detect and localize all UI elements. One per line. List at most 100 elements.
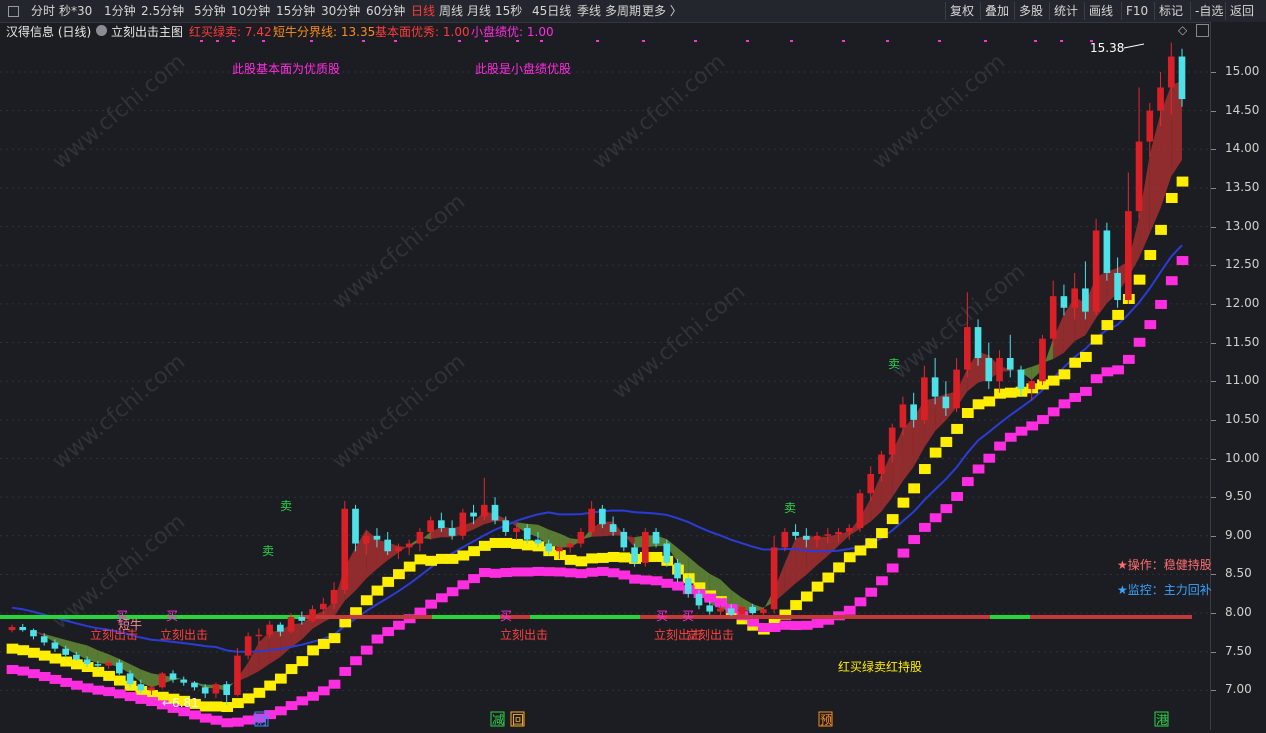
signal-dot: [485, 39, 488, 42]
period-tab-16[interactable]: 更多 〉: [642, 3, 682, 19]
period-tab-8[interactable]: 60分钟: [366, 3, 405, 19]
watermark-text: www.cfchi.com: [588, 49, 730, 174]
short-bull-ladder: [972, 399, 985, 410]
candle-body: [1028, 381, 1036, 389]
support-ladder: [1026, 421, 1039, 431]
axis-tick-label: 15.00: [1225, 64, 1260, 78]
period-tab-0[interactable]: 分时: [31, 3, 55, 19]
short-bull-ladder: [511, 538, 523, 549]
candle-body: [899, 404, 907, 428]
support-ladder: [457, 580, 470, 590]
support-ladder: [1155, 299, 1167, 309]
panel-toggle-icon[interactable]: [1196, 24, 1209, 37]
period-tab-9[interactable]: 日线: [411, 3, 435, 19]
support-ladder: [800, 620, 813, 630]
period-tab-10[interactable]: 周线: [439, 3, 463, 19]
support-ladder: [854, 597, 867, 607]
axis-tick-label: 11.50: [1225, 334, 1260, 349]
candle-body: [738, 606, 746, 615]
stock-title[interactable]: 汉得信息 (日线): [6, 23, 91, 40]
period-tab-13[interactable]: 45日线: [532, 3, 571, 19]
toolbar-action-5[interactable]: F10: [1126, 3, 1148, 19]
axis-tick-mark: [1211, 149, 1216, 151]
period-tab-6[interactable]: 15分钟: [276, 3, 315, 19]
toolbar-action-3[interactable]: 统计: [1054, 3, 1078, 19]
support-ladder: [672, 581, 684, 591]
period-tab-5[interactable]: 10分钟: [231, 3, 270, 19]
indicator-name[interactable]: 立刻出击主图: [111, 23, 183, 40]
support-ladder: [1165, 276, 1178, 286]
candle-body: [888, 427, 896, 455]
period-tab-3[interactable]: 2.5分钟: [141, 3, 184, 19]
support-ladder: [1058, 399, 1071, 409]
short-bull-ladder: [1144, 250, 1157, 261]
low-price-label: ←6.81: [162, 696, 199, 710]
support-ladder: [60, 677, 73, 687]
high-price-pointer: [1123, 43, 1145, 49]
signal-dot: [362, 39, 365, 42]
short-bull-ladder: [28, 647, 40, 658]
period-tab-12[interactable]: 15秒: [495, 3, 522, 19]
toolbar-action-2[interactable]: 多股: [1019, 3, 1043, 19]
diamond-icon[interactable]: ◇: [1178, 23, 1187, 37]
period-tab-1[interactable]: 秒*30: [59, 3, 92, 19]
short-bull-ladder: [242, 693, 255, 704]
watermark-text: www.cfchi.com: [328, 349, 470, 474]
indicator-dropdown-icon[interactable]: [96, 25, 107, 36]
support-ladder: [274, 706, 287, 716]
short-bull-ladder: [919, 464, 931, 475]
candle-body: [298, 616, 306, 621]
period-tab-2[interactable]: 1分钟: [104, 3, 136, 19]
period-tab-4[interactable]: 5分钟: [194, 3, 226, 19]
candle-body: [470, 512, 477, 517]
short-bull-ladder: [865, 538, 878, 549]
short-bull-ladder: [1165, 192, 1178, 203]
indicator-info-bar: 汉得信息 (日线) 立刻出击主图 红买绿卖: 7.42 短牛分界线: 13.35…: [0, 22, 1210, 40]
candle-body: [105, 662, 112, 666]
toolbar-action-7[interactable]: -自选: [1195, 3, 1223, 19]
toolbar-action-0[interactable]: 复权: [950, 3, 974, 19]
candle-body: [845, 528, 853, 532]
candle-body: [341, 508, 349, 590]
sell-signal: 卖: [784, 501, 796, 515]
period-tab-14[interactable]: 季线: [577, 3, 601, 19]
toolbar-action-4[interactable]: 画线: [1089, 3, 1113, 19]
short-bull-ladder: [6, 643, 19, 654]
candle-body: [459, 512, 467, 536]
period-tab-7[interactable]: 30分钟: [321, 3, 360, 19]
candle-body: [534, 539, 542, 544]
buy-signal: 买: [656, 609, 668, 623]
support-ladder: [317, 686, 330, 696]
signal-dot: [596, 39, 599, 42]
sell-signal: 卖: [262, 544, 274, 558]
support-ladder: [790, 621, 802, 631]
period-tab-15[interactable]: 多周期: [605, 3, 641, 19]
signal-dot: [200, 39, 203, 42]
support-ladder: [124, 692, 137, 702]
short-bull-ladder: [811, 581, 824, 592]
signal-dot: [262, 39, 265, 42]
baseline-green-segment: [0, 614, 300, 619]
support-ladder: [886, 563, 899, 573]
support-ladder: [210, 715, 223, 725]
candle-body: [652, 531, 660, 544]
period-tab-11[interactable]: 月线: [467, 3, 491, 19]
short-bull-ladder: [17, 645, 30, 656]
param-jibenmian: 基本面优秀: 1.00: [375, 25, 470, 39]
toolbar-action-8[interactable]: 返回: [1230, 3, 1254, 19]
support-ladder: [639, 575, 652, 585]
high-price-label: 15.38: [1090, 41, 1124, 55]
support-ladder: [103, 687, 115, 697]
toolbar-action-6[interactable]: 标记: [1159, 3, 1183, 19]
candle-body: [781, 531, 789, 548]
menu-icon[interactable]: [8, 6, 19, 17]
toolbar-separator: [1225, 2, 1226, 20]
event-marker-yu: 预: [820, 713, 832, 727]
candle-body: [266, 624, 273, 635]
toolbar-action-1[interactable]: 叠加: [985, 3, 1009, 19]
support-ladder: [768, 623, 781, 633]
kline-chart[interactable]: www.cfchi.com www.cfchi.com www.cfchi.com w…: [0, 39, 1210, 730]
candle-body: [663, 543, 671, 563]
candle-body: [309, 609, 316, 621]
axis-tick-label: 9.00: [1225, 527, 1252, 542]
